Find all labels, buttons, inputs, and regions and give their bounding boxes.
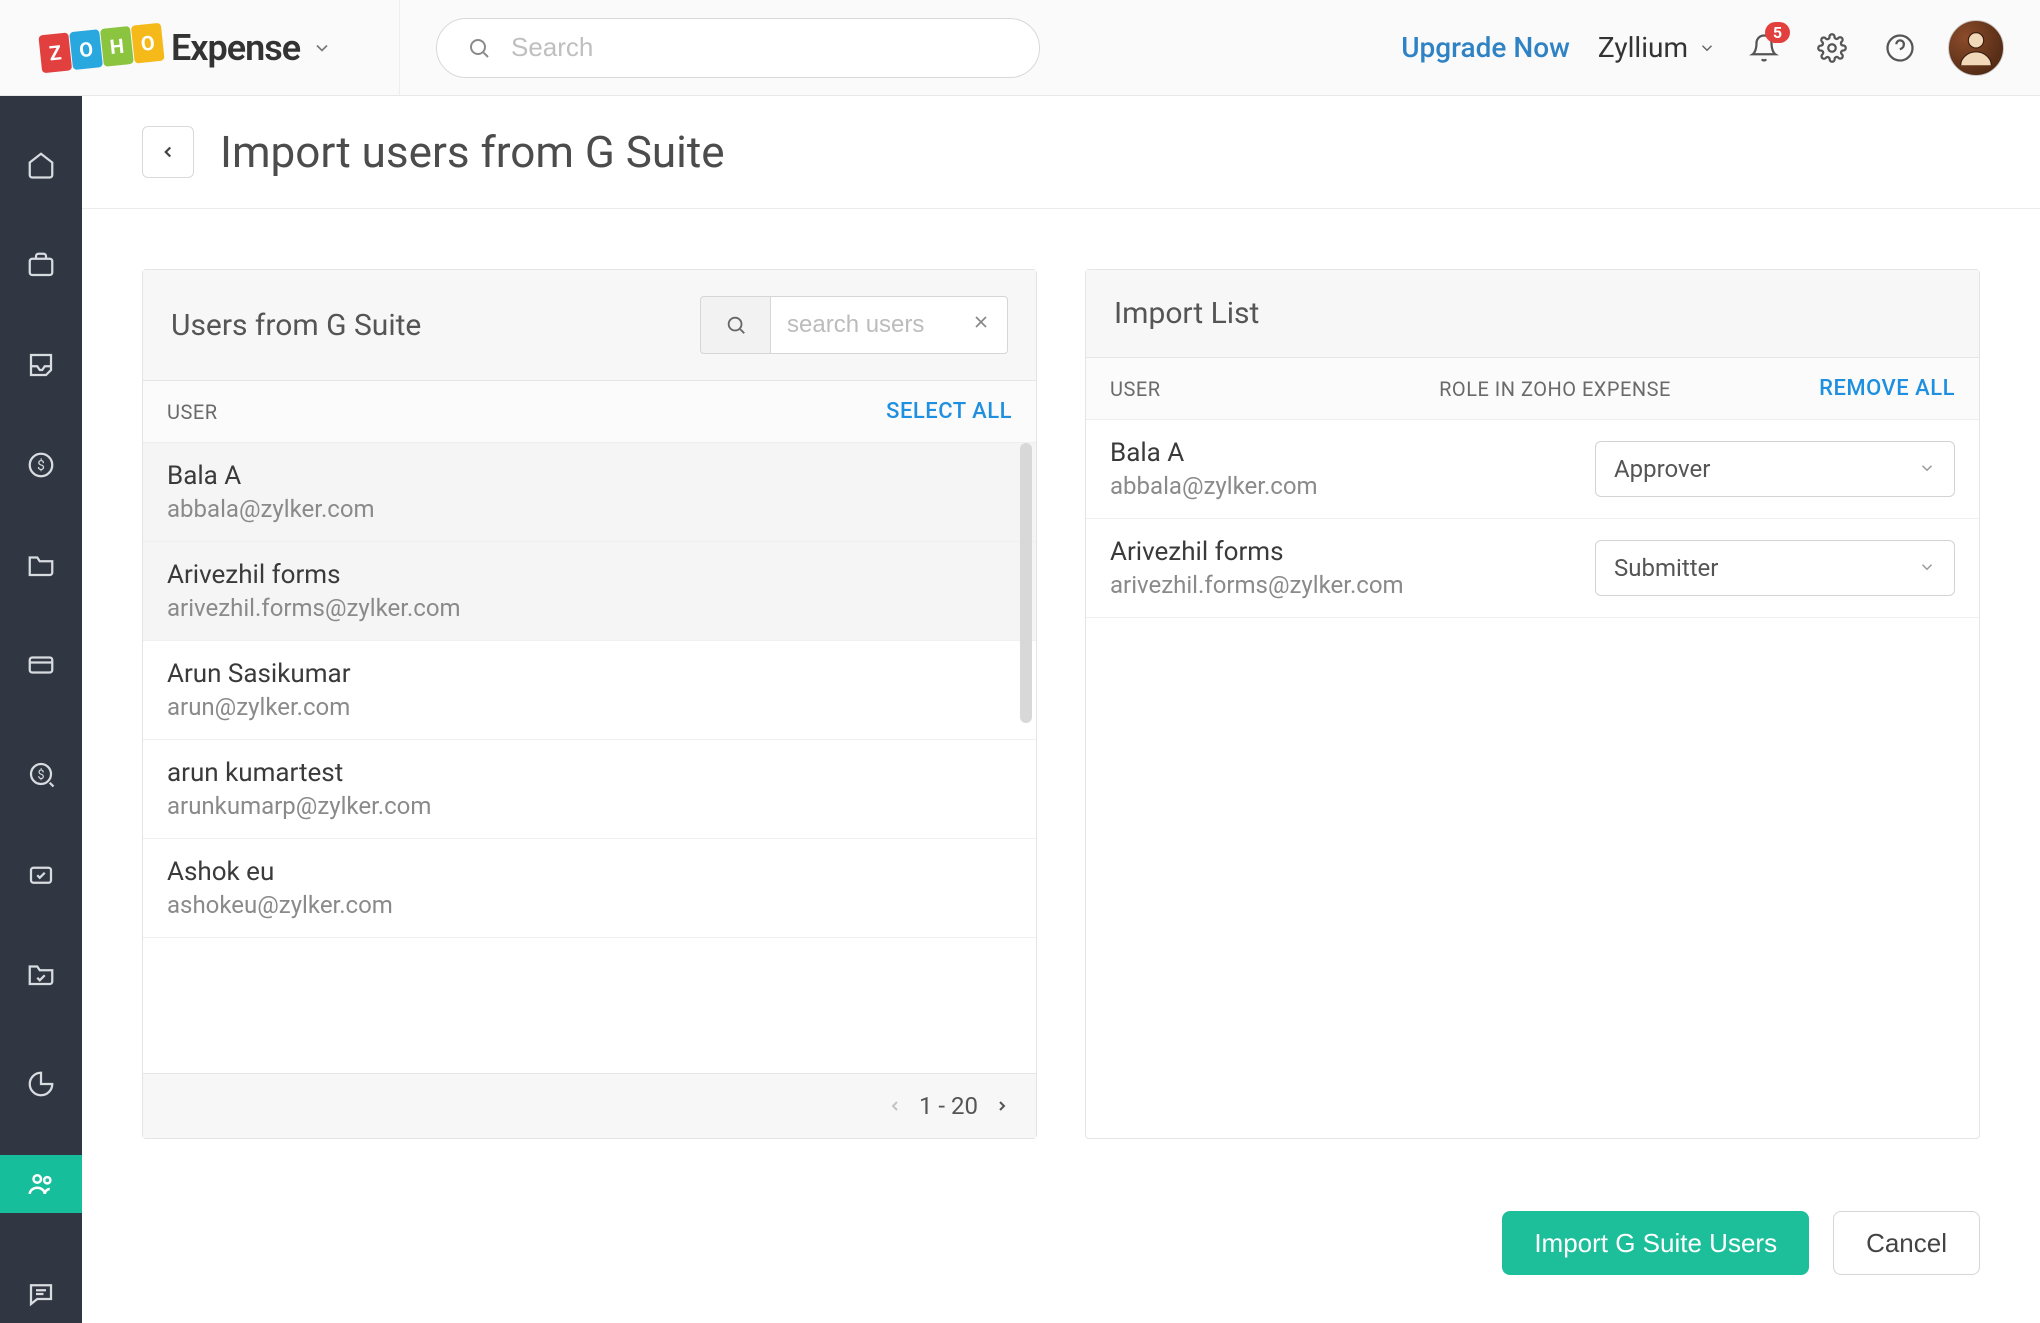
settings-icon[interactable]	[1812, 28, 1852, 68]
search-icon	[467, 36, 491, 60]
user-name: Ashok eu	[167, 857, 1012, 887]
user-email: abbala@zylker.com	[1110, 472, 1595, 500]
svg-text:$: $	[37, 457, 45, 474]
col-user-right: USER	[1110, 377, 1161, 401]
user-search	[700, 296, 1008, 354]
chevron-down-icon[interactable]	[312, 38, 332, 58]
panel-header-left: Users from G Suite	[143, 270, 1036, 381]
search-button[interactable]	[700, 296, 770, 354]
notification-icon[interactable]: 5	[1744, 28, 1784, 68]
nav-home[interactable]	[0, 136, 82, 194]
user-email: arivezhil.forms@zylker.com	[1110, 571, 1595, 599]
topbar: Z O H O Expense Upgrade Now Zyllium 5	[0, 0, 2040, 96]
panel-header-right: Import List	[1086, 270, 1979, 358]
select-all-link[interactable]: SELECT ALL	[886, 399, 1012, 424]
logo-tiles: Z O H O	[38, 22, 164, 73]
nav-expense[interactable]: $	[0, 436, 82, 494]
nav-refund[interactable]: $	[0, 746, 82, 804]
list-item: Bala A abbala@zylker.com Approver	[1086, 420, 1979, 519]
page-title: Import users from G Suite	[220, 126, 725, 178]
content: Users from G Suite	[82, 209, 2040, 1199]
avatar[interactable]	[1948, 20, 2004, 76]
nav-folder[interactable]	[0, 536, 82, 594]
org-name: Zyllium	[1598, 31, 1688, 64]
main: Import users from G Suite Users from G S…	[82, 96, 2040, 1323]
nav-inbox[interactable]	[0, 336, 82, 394]
nav-users[interactable]	[0, 1155, 82, 1213]
page-range: 1 - 20	[919, 1092, 978, 1120]
logo-tile: H	[100, 25, 134, 66]
pagination: 1 - 20	[143, 1073, 1036, 1138]
user-email: arivezhil.forms@zylker.com	[167, 594, 1012, 622]
svg-text:$: $	[37, 768, 44, 783]
nav-reports[interactable]	[0, 1055, 82, 1113]
gsuite-user-list[interactable]: Bala A abbala@zylker.com Arivezhil forms a…	[143, 443, 1036, 1073]
import-button[interactable]: Import G Suite Users	[1502, 1211, 1809, 1275]
nav-chat[interactable]	[0, 1265, 82, 1323]
list-item: Arivezhil forms arivezhil.forms@zylker.co…	[1086, 519, 1979, 618]
user-name: Bala A	[1110, 438, 1595, 468]
user-email: abbala@zylker.com	[167, 495, 1012, 523]
list-item[interactable]: Bala A abbala@zylker.com	[143, 443, 1036, 542]
notification-badge: 5	[1765, 22, 1790, 43]
user-email: ashokeu@zylker.com	[167, 891, 1012, 919]
role-value: Submitter	[1614, 554, 1718, 582]
help-icon[interactable]	[1880, 28, 1920, 68]
panel-title-left: Users from G Suite	[171, 308, 421, 343]
global-search-input[interactable]	[511, 32, 1009, 63]
list-item[interactable]: arun kumartest arunkumarp@zylker.com	[143, 740, 1036, 839]
global-search[interactable]	[436, 18, 1040, 78]
chevron-down-icon	[1918, 455, 1936, 483]
role-select[interactable]: Submitter	[1595, 540, 1955, 596]
import-user-list: Bala A abbala@zylker.com Approver Arivezh…	[1086, 420, 1979, 1138]
next-page-icon[interactable]	[994, 1092, 1010, 1120]
user-email: arun@zylker.com	[167, 693, 1012, 721]
sidebar: $ $	[0, 96, 82, 1323]
list-item[interactable]: Arivezhil forms arivezhil.forms@zylker.co…	[143, 542, 1036, 641]
user-search-input[interactable]	[787, 311, 957, 339]
nav-briefcase[interactable]	[0, 236, 82, 294]
remove-all-link[interactable]: REMOVE ALL	[1819, 376, 1955, 401]
topbar-right: Upgrade Now Zyllium 5	[400, 0, 2040, 95]
chevron-down-icon	[1698, 39, 1716, 57]
scrollbar-thumb[interactable]	[1020, 443, 1032, 723]
upgrade-link[interactable]: Upgrade Now	[1401, 31, 1570, 64]
user-name: Arivezhil forms	[167, 560, 1012, 590]
role-value: Approver	[1614, 455, 1710, 483]
col-role: ROLE IN ZOHO EXPENSE	[1439, 377, 1819, 401]
page-header: Import users from G Suite	[82, 96, 2040, 209]
clear-search-icon[interactable]	[971, 312, 991, 338]
back-button[interactable]	[142, 126, 194, 178]
user-email: arunkumarp@zylker.com	[167, 792, 1012, 820]
user-name: Arun Sasikumar	[167, 659, 1012, 689]
list-item[interactable]: Arun Sasikumar arun@zylker.com	[143, 641, 1036, 740]
logo-tile: Z	[38, 32, 72, 73]
col-user-left: USER	[167, 400, 218, 424]
import-list-panel: Import List USER ROLE IN ZOHO EXPENSE RE…	[1085, 269, 1980, 1139]
user-name: Bala A	[167, 461, 1012, 491]
right-columns: USER ROLE IN ZOHO EXPENSE REMOVE ALL	[1086, 358, 1979, 420]
user-name: arun kumartest	[167, 758, 1012, 788]
brand-name: Expense	[171, 27, 300, 69]
panel-title-right: Import List	[1114, 296, 1259, 331]
prev-page-icon[interactable]	[887, 1092, 903, 1120]
gsuite-users-panel: Users from G Suite	[142, 269, 1037, 1139]
org-switcher[interactable]: Zyllium	[1598, 31, 1716, 64]
list-item[interactable]: Ashok eu ashokeu@zylker.com	[143, 839, 1036, 938]
user-name: Arivezhil forms	[1110, 537, 1595, 567]
nav-approve[interactable]	[0, 845, 82, 903]
left-columns: USER SELECT ALL	[143, 381, 1036, 443]
action-bar: Import G Suite Users Cancel	[82, 1199, 2040, 1315]
logo-tile: O	[69, 29, 103, 70]
chevron-down-icon	[1918, 554, 1936, 582]
cancel-button[interactable]: Cancel	[1833, 1211, 1980, 1275]
nav-approval-folder[interactable]	[0, 945, 82, 1003]
logo-tile: O	[131, 22, 165, 63]
nav-card[interactable]	[0, 636, 82, 694]
role-select[interactable]: Approver	[1595, 441, 1955, 497]
brand[interactable]: Z O H O Expense	[0, 0, 400, 95]
